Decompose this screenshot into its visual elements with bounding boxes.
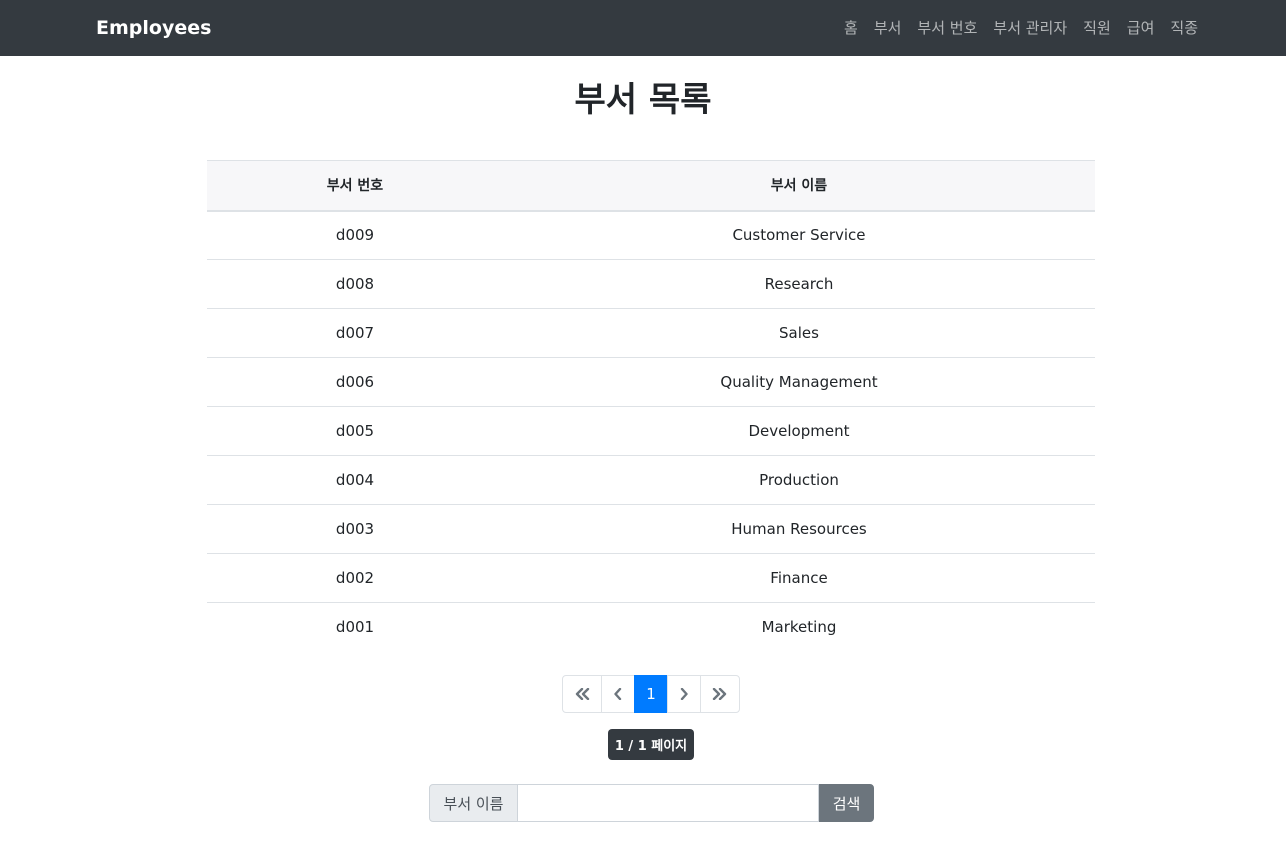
dept-no-cell: d006 <box>207 357 503 407</box>
column-header-dept-no: 부서 번호 <box>207 160 503 212</box>
dept-name-cell: Human Resources <box>503 504 1095 554</box>
search-form: 부서 이름 검색 <box>429 784 874 822</box>
dept-no-cell: d003 <box>207 504 503 554</box>
nav-link-departments[interactable]: 부서 <box>874 14 902 42</box>
dept-no-cell: d001 <box>207 602 503 652</box>
pagination: 1 <box>562 675 740 713</box>
double-chevron-right-icon <box>712 688 728 700</box>
dept-name-cell: Marketing <box>503 602 1095 652</box>
table-row: d002 Finance <box>207 553 1095 603</box>
previous-page-button[interactable] <box>601 675 635 713</box>
table-row: d008 Research <box>207 259 1095 309</box>
dept-name-cell: Quality Management <box>503 357 1095 407</box>
table-row: d003 Human Resources <box>207 504 1095 554</box>
page-number-button[interactable]: 1 <box>634 675 668 713</box>
page-info-badge: 1 / 1 페이지 <box>608 729 694 760</box>
dept-name-cell: Customer Service <box>732 226 866 245</box>
first-page-button[interactable] <box>562 675 602 713</box>
table-row: d009 Customer Service <box>207 211 1095 260</box>
dept-no-cell: d007 <box>207 308 503 358</box>
dept-name-cell: Sales <box>503 308 1095 358</box>
table-header-row: 부서 번호 부서 이름 <box>207 160 1095 212</box>
nav-link-employees[interactable]: 직원 <box>1083 14 1111 42</box>
search-label: 부서 이름 <box>429 784 518 822</box>
last-page-button[interactable] <box>700 675 740 713</box>
department-table: 부서 번호 부서 이름 d009 Customer Service d008 R… <box>207 160 1095 652</box>
nav-links: 홈 부서 부서 번호 부서 관리자 직원 급여 직종 <box>828 14 1198 42</box>
table-row: d005 Development <box>207 406 1095 456</box>
search-button[interactable]: 검색 <box>819 784 874 822</box>
dept-no-cell: d002 <box>207 553 503 603</box>
table-row: d006 Quality Management <box>207 357 1095 407</box>
chevron-right-icon <box>679 688 689 700</box>
dept-no-cell: d009 <box>335 226 375 245</box>
dept-no-cell: d004 <box>207 455 503 505</box>
dept-no-cell: d005 <box>207 406 503 456</box>
nav-link-titles[interactable]: 직종 <box>1170 14 1198 42</box>
nav-link-dept-managers[interactable]: 부서 관리자 <box>993 14 1067 42</box>
navbar: Employees 홈 부서 부서 번호 부서 관리자 직원 급여 직종 <box>0 0 1286 56</box>
dept-name-cell: Development <box>503 406 1095 456</box>
nav-link-home[interactable]: 홈 <box>844 14 858 42</box>
column-header-dept-name: 부서 이름 <box>503 160 1095 212</box>
table-row: d001 Marketing <box>207 602 1095 652</box>
dept-no-cell: d008 <box>207 259 503 309</box>
nav-link-dept-numbers[interactable]: 부서 번호 <box>917 14 977 42</box>
table-body: d009 Customer Service d008 Research d007… <box>207 211 1095 652</box>
page-title: 부서 목록 <box>574 80 712 120</box>
next-page-button[interactable] <box>667 675 701 713</box>
table-row: d004 Production <box>207 455 1095 505</box>
dept-name-cell: Finance <box>503 553 1095 603</box>
department-table-container: 부서 번호 부서 이름 d009 Customer Service d008 R… <box>207 160 1095 652</box>
dept-name-cell: Research <box>503 259 1095 309</box>
brand-logo[interactable]: Employees <box>96 14 211 42</box>
table-header: 부서 번호 부서 이름 <box>207 160 1095 212</box>
nav-link-salaries[interactable]: 급여 <box>1127 14 1155 42</box>
double-chevron-left-icon <box>574 688 590 700</box>
dept-name-cell: Production <box>503 455 1095 505</box>
chevron-left-icon <box>613 688 623 700</box>
search-input[interactable] <box>518 784 819 822</box>
table-row: d007 Sales <box>207 308 1095 358</box>
